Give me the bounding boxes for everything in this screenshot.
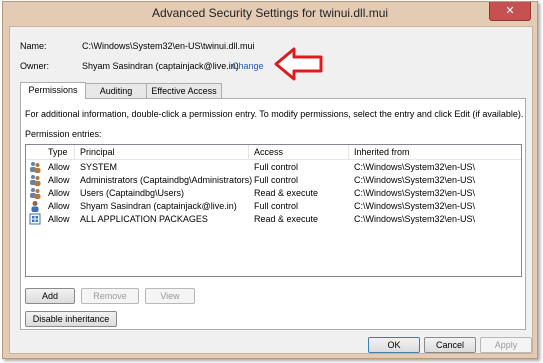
row-principal: Administrators (Captaindbg\Administrator… <box>80 175 253 185</box>
group-icon <box>30 162 41 173</box>
row-type: Allow <box>48 162 70 172</box>
name-label: Name: <box>20 41 47 51</box>
permissions-panel: For additional information, double-click… <box>20 98 526 330</box>
dialog-body: Name: C:\Windows\System32\en-US\twinui.d… <box>9 26 533 354</box>
package-icon <box>29 213 41 225</box>
row-principal: ALL APPLICATION PACKAGES <box>80 214 208 224</box>
column-divider <box>248 145 249 159</box>
column-divider <box>74 145 75 159</box>
list-header: Type Principal Access Inherited from <box>26 145 521 160</box>
close-window-button[interactable]: ✕ <box>489 2 531 21</box>
row-type: Allow <box>48 214 70 224</box>
permission-row[interactable]: Allow ALL APPLICATION PACKAGES Read & ex… <box>26 213 521 225</box>
column-divider <box>348 145 349 159</box>
ok-button[interactable]: OK <box>368 337 420 353</box>
row-access: Read & execute <box>254 188 319 198</box>
permission-entries-list[interactable]: Type Principal Access Inherited from All… <box>25 144 522 277</box>
column-header-access[interactable]: Access <box>254 147 283 157</box>
window-title: Advanced Security Settings for twinui.dl… <box>151 6 389 20</box>
row-principal: SYSTEM <box>80 162 118 172</box>
owner-value: Shyam Sasindran (captainjack@live.in) <box>82 61 239 71</box>
permission-row[interactable]: Allow SYSTEM Full control C:\Windows\Sys… <box>26 161 521 173</box>
row-principal: Shyam Sasindran (captainjack@live.in) <box>80 201 237 211</box>
row-access: Full control <box>254 162 299 172</box>
permission-row[interactable]: Allow Shyam Sasindran (captainjack@live.… <box>26 200 521 212</box>
row-inherited-from: C:\Windows\System32\en-US\ <box>354 214 476 224</box>
annotation-arrow-icon <box>274 47 323 81</box>
change-owner-link[interactable]: Change <box>232 61 264 71</box>
tab-effective-access[interactable]: Effective Access <box>146 83 222 98</box>
column-header-principal[interactable]: Principal <box>80 147 115 157</box>
row-access: Read & execute <box>254 214 319 224</box>
permission-row[interactable]: Allow Users (Captaindbg\Users) Read & ex… <box>26 187 521 199</box>
permission-entries-label: Permission entries: <box>25 129 102 139</box>
group-icon <box>30 175 41 186</box>
tab-permissions[interactable]: Permissions <box>20 82 86 99</box>
column-header-type[interactable]: Type <box>48 147 68 157</box>
instructions-text: For additional information, double-click… <box>25 109 524 119</box>
tab-auditing[interactable]: Auditing <box>84 83 148 98</box>
group-icon <box>30 188 41 199</box>
row-inherited-from: C:\Windows\System32\en-US\ <box>354 201 476 211</box>
dialog-window: Advanced Security Settings for twinui.dl… <box>2 1 538 359</box>
apply-button[interactable]: Apply <box>480 337 532 353</box>
row-access: Full control <box>254 175 299 185</box>
user-icon <box>31 201 39 212</box>
add-button[interactable]: Add <box>25 288 75 304</box>
column-header-inherited-from[interactable]: Inherited from <box>354 147 410 157</box>
row-type: Allow <box>48 188 70 198</box>
permission-row[interactable]: Allow Administrators (Captaindbg\Adminis… <box>26 174 521 186</box>
row-type: Allow <box>48 175 70 185</box>
disable-inheritance-button[interactable]: Disable inheritance <box>25 311 117 327</box>
cancel-button[interactable]: Cancel <box>424 337 476 353</box>
row-type: Allow <box>48 201 70 211</box>
row-principal: Users (Captaindbg\Users) <box>80 188 185 198</box>
row-inherited-from: C:\Windows\System32\en-US\ <box>354 175 476 185</box>
title-bar[interactable]: Advanced Security Settings for twinui.dl… <box>3 2 537 26</box>
view-button[interactable]: View <box>145 288 195 304</box>
row-inherited-from: C:\Windows\System32\en-US\ <box>354 188 476 198</box>
owner-label: Owner: <box>20 61 50 71</box>
remove-button[interactable]: Remove <box>81 288 139 304</box>
row-access: Full control <box>254 201 299 211</box>
row-inherited-from: C:\Windows\System32\en-US\ <box>354 162 476 172</box>
name-value: C:\Windows\System32\en-US\twinui.dll.mui <box>82 41 255 51</box>
